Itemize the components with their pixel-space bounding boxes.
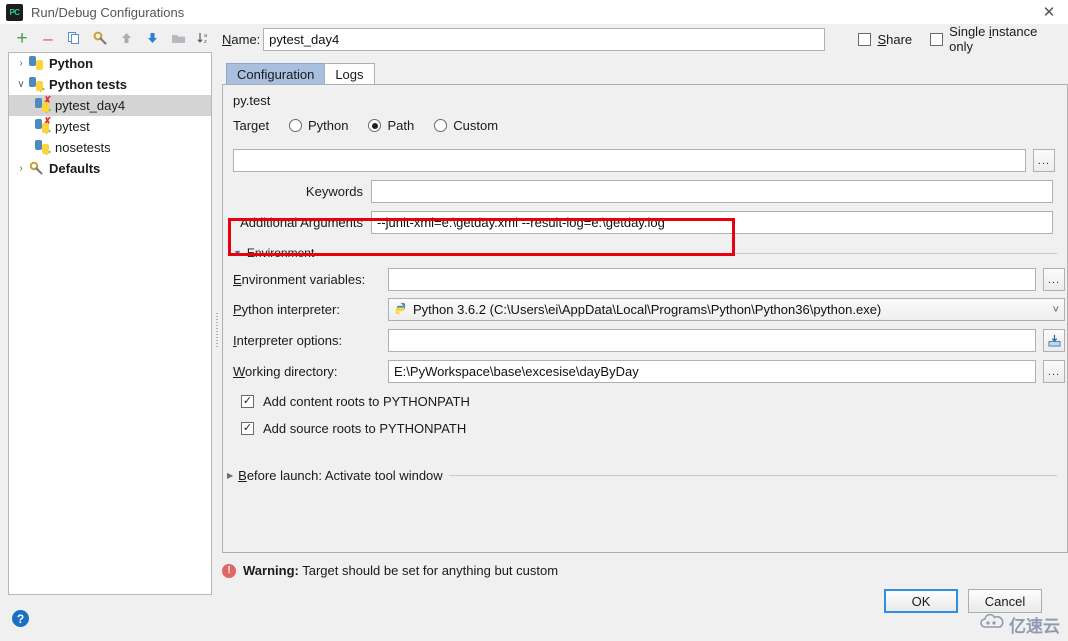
python-logo-icon <box>394 302 407 318</box>
chevron-down-icon[interactable]: ∨ <box>13 79 29 90</box>
sidebar-item-label: Python <box>49 56 94 71</box>
target-python-label: Python <box>308 118 349 133</box>
close-icon[interactable]: ✕ <box>1038 2 1060 22</box>
chevron-down-icon[interactable]: ˅ <box>1053 304 1059 316</box>
nosetests-icon <box>35 140 52 155</box>
environment-variables-input[interactable] <box>388 268 1036 291</box>
add-source-roots-label: Add source roots to PYTHONPATH <box>263 421 467 436</box>
before-launch-expand-triangle-icon[interactable]: ▶ <box>227 471 233 480</box>
environment-variables-label: Environment variables: <box>233 272 366 287</box>
target-path-radio[interactable] <box>368 119 382 132</box>
sort-alphabetically-button[interactable]: a z <box>192 27 216 49</box>
target-python-radio[interactable] <box>289 119 302 132</box>
add-content-roots-label: Add content roots to PYTHONPATH <box>263 394 470 409</box>
sidebar-item-label: pytest <box>55 119 90 134</box>
sidebar-item-pytest-day4[interactable]: ✗ pytest_day4 <box>9 95 211 116</box>
sidebar-item-python[interactable]: › Python <box>9 53 211 74</box>
watermark-text: 亿速云 <box>1009 617 1060 636</box>
single-instance-checkbox[interactable] <box>930 32 944 46</box>
remove-button[interactable]: – <box>36 27 60 49</box>
ok-button[interactable]: OK <box>884 589 958 613</box>
configuration-form: Name: pytest_day4 Share Single instance … <box>222 24 1068 613</box>
sidebar-item-defaults[interactable]: › Defaults <box>9 158 211 179</box>
sidebar-item-label: Defaults <box>49 161 101 176</box>
sidebar-item-label: Python tests <box>49 77 128 92</box>
copy-button[interactable] <box>62 27 86 49</box>
python-tests-icon <box>29 77 46 92</box>
name-label: Name: <box>222 31 261 47</box>
working-directory-label: Working directory: <box>233 364 338 379</box>
section-divider <box>320 252 1057 254</box>
sidebar-item-python-tests[interactable]: ∨ Python tests <box>9 74 211 95</box>
tab-bar: Configuration Logs <box>222 62 1068 84</box>
sidebar-item-pytest[interactable]: ✗ pytest <box>9 116 211 137</box>
runner-title: py.test <box>233 93 271 108</box>
watermark: 亿速云 <box>979 612 1060 637</box>
python-icon <box>29 56 46 71</box>
before-launch-label: Before launch: Activate tool window <box>238 468 443 483</box>
python-interpreter-label: Python interpreter: <box>233 302 340 317</box>
interpreter-options-expand-button[interactable] <box>1043 329 1065 352</box>
interpreter-options-input[interactable] <box>388 329 1036 352</box>
move-down-button[interactable] <box>140 27 164 49</box>
defaults-wrench-icon <box>29 161 46 176</box>
svg-text:z: z <box>204 39 207 45</box>
pytest-icon: ✗ <box>35 117 52 134</box>
share-checkbox[interactable] <box>858 32 872 46</box>
watermark-cloud-icon <box>979 613 1005 636</box>
warning-prefix: Warning: <box>243 563 299 578</box>
name-input[interactable]: pytest_day4 <box>263 27 826 51</box>
new-folder-button[interactable] <box>166 27 190 49</box>
working-directory-browse-button[interactable]: ... <box>1043 360 1065 383</box>
interpreter-options-label: Interpreter options: <box>233 333 343 348</box>
section-divider <box>448 475 1057 476</box>
python-interpreter-value: Python 3.6.2 (C:\Users\ei\AppData\Local\… <box>413 302 882 317</box>
share-label: Share <box>877 31 913 47</box>
target-path-browse-button[interactable]: ... <box>1033 149 1055 172</box>
pytest-icon: ✗ <box>35 96 52 113</box>
target-label: Target <box>233 118 270 133</box>
python-interpreter-select[interactable]: Python 3.6.2 (C:\Users\ei\AppData\Local\… <box>388 298 1065 321</box>
help-icon[interactable]: ? <box>12 610 29 627</box>
target-custom-label: Custom <box>453 118 499 133</box>
chevron-right-icon[interactable]: › <box>13 58 29 69</box>
sidebar-item-label: nosetests <box>55 140 111 155</box>
move-up-button[interactable] <box>114 27 138 49</box>
additional-arguments-label: Additional Arguments <box>240 215 363 230</box>
add-source-roots-checkbox[interactable]: ✓ <box>241 422 254 435</box>
configuration-panel: py.test Target Python Path Custom ... Ke… <box>222 84 1068 553</box>
edit-templates-button[interactable] <box>88 27 112 49</box>
target-path-input[interactable] <box>233 149 1026 172</box>
tab-configuration[interactable]: Configuration <box>226 63 326 84</box>
splitter-grip-icon <box>216 313 218 347</box>
working-directory-input[interactable]: E:\PyWorkspace\base\excesise\dayByDay <box>388 360 1036 383</box>
environment-section-label: Environment <box>246 246 315 260</box>
before-launch-text: efore launch: Activate tool window <box>246 468 443 483</box>
sidebar-item-nosetests[interactable]: nosetests <box>9 137 211 158</box>
environment-variables-browse-button[interactable]: ... <box>1043 268 1065 291</box>
sidebar-item-label: pytest_day4 <box>55 98 126 113</box>
keywords-label: Keywords <box>305 184 363 199</box>
single-instance-label: Single instance only <box>949 24 1038 54</box>
chevron-right-icon[interactable]: › <box>13 163 29 174</box>
environment-collapse-triangle-icon[interactable]: ▼ <box>233 248 242 258</box>
add-button[interactable]: + <box>10 27 34 49</box>
warning-icon: ! <box>222 563 236 578</box>
title-bar: PC Run/Debug Configurations ✕ <box>0 0 1068 24</box>
warning-message: Target should be set for anything but cu… <box>302 563 559 578</box>
keywords-input[interactable] <box>371 180 1053 203</box>
tab-logs[interactable]: Logs <box>324 63 375 84</box>
target-custom-radio[interactable] <box>434 119 448 132</box>
target-path-label: Path <box>387 118 415 133</box>
add-content-roots-checkbox[interactable]: ✓ <box>241 395 254 408</box>
run-configurations-tree[interactable]: › Python ∨ Python tests ✗ pytest_day4 ✗ <box>8 52 212 595</box>
cancel-button[interactable]: Cancel <box>968 589 1042 613</box>
additional-arguments-input[interactable]: --junit-xml=e:\getday.xml --result-log=e… <box>371 211 1053 234</box>
panel-splitter[interactable] <box>212 52 222 608</box>
window-title: Run/Debug Configurations <box>31 4 185 20</box>
pycharm-logo-icon: PC <box>6 3 23 21</box>
